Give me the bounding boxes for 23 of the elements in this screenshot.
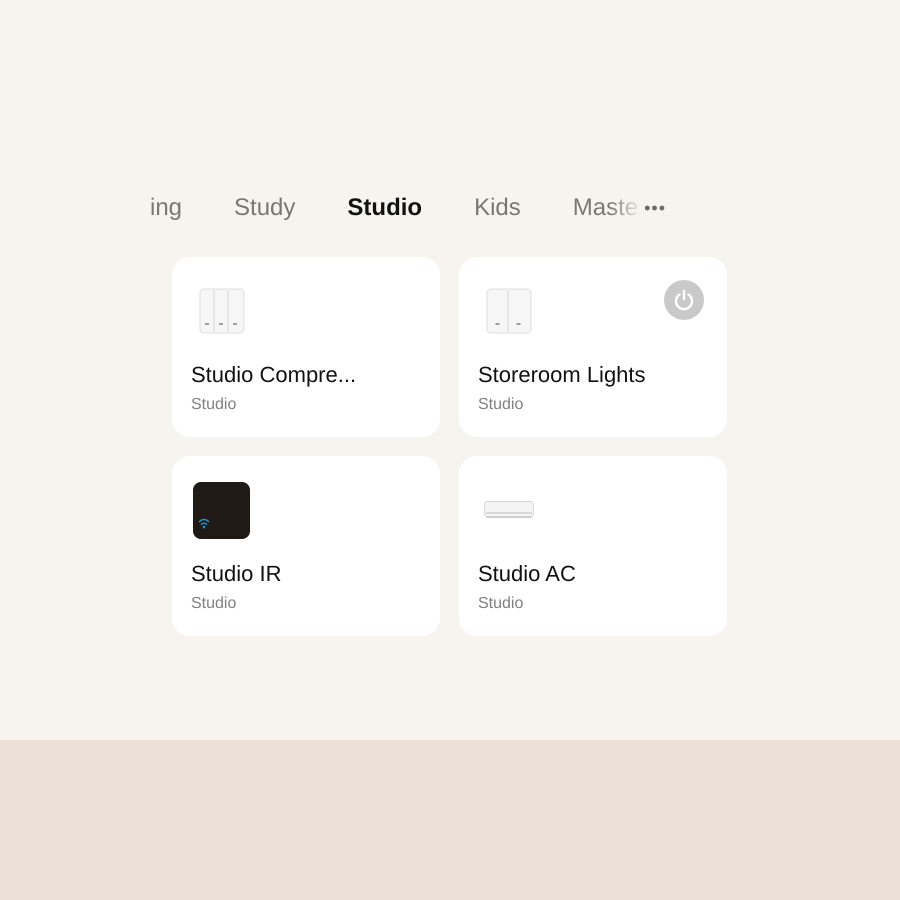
ir-remote-icon	[193, 482, 250, 538]
device-room: Studio	[191, 396, 238, 414]
device-name: Studio Compre...	[191, 362, 358, 388]
device-name: Storeroom Lights	[478, 362, 647, 388]
device-room: Studio	[191, 595, 238, 613]
device-name: Studio AC	[478, 561, 577, 587]
power-button[interactable]	[664, 280, 704, 320]
power-icon	[673, 289, 695, 311]
device-card[interactable]: Studio AC Studio	[459, 456, 727, 636]
device-card[interactable]: Studio Compre... Studio	[172, 257, 440, 437]
device-card[interactable]: Studio IR Studio	[172, 456, 440, 636]
room-tab[interactable]: Study	[234, 194, 296, 222]
device-room: Studio	[478, 595, 524, 613]
more-button[interactable]: •••	[644, 198, 666, 218]
wall-switch-icon	[486, 288, 532, 334]
wall-switch-icon	[199, 288, 245, 334]
room-tab[interactable]: Studio	[347, 194, 422, 222]
device-card[interactable]: Storeroom Lights Studio	[459, 257, 727, 437]
air-conditioner-icon	[484, 501, 534, 519]
room-tab[interactable]: ing	[150, 194, 182, 222]
device-name: Studio IR	[191, 561, 282, 587]
room-tab[interactable]: Kids	[474, 194, 521, 222]
device-room: Studio	[478, 396, 524, 414]
